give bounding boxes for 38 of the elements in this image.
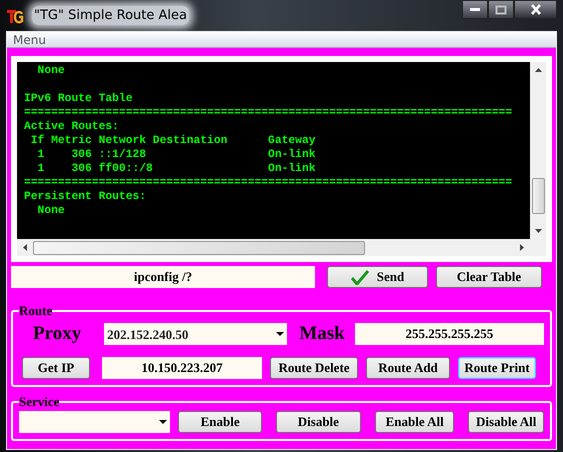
- route-button[interactable]: Route Add: [366, 356, 450, 378]
- horizontal-scrollbar[interactable]: [17, 239, 546, 256]
- clear-table-button[interactable]: Clear Table: [436, 266, 542, 288]
- service-group-label: Service: [19, 394, 60, 408]
- route-button[interactable]: Route Delete: [270, 356, 358, 378]
- get-ip-button[interactable]: Get IP: [22, 356, 90, 378]
- service-button[interactable]: Disable All: [468, 410, 544, 432]
- maximize-icon: [495, 4, 507, 14]
- window-title: "TG" Simple Route Alea: [32, 6, 189, 26]
- down-arrow-icon: [534, 229, 542, 233]
- service-button[interactable]: Enable: [178, 410, 262, 432]
- console-output: None IPv6 Route Table ======================================================================== Active Routes: If Metric Network Destination Gateway 1 306 ::1/128 On-link 1 306 ff00::/8 On-link ======================================================================== Persistent Routes: None: [17, 62, 530, 239]
- menu-item[interactable]: Menu: [13, 32, 46, 47]
- close-button[interactable]: [514, 0, 557, 19]
- scrollbar-thumb[interactable]: [33, 240, 365, 254]
- send-button[interactable]: Send: [327, 266, 428, 288]
- service-button[interactable]: Enable All: [374, 410, 454, 432]
- app-logo-icon: [6, 8, 24, 24]
- proxy-dropdown[interactable]: 202.152.240.50: [104, 323, 288, 346]
- service-button[interactable]: Disable: [276, 410, 361, 432]
- right-arrow-icon: [520, 244, 524, 251]
- left-arrow-icon: [23, 244, 27, 251]
- command-input[interactable]: ipconfig /?: [11, 266, 315, 288]
- vertical-scrollbar[interactable]: [530, 62, 546, 239]
- scrollbar-thumb[interactable]: [532, 178, 544, 214]
- proxy-label: Proxy: [32, 322, 82, 346]
- maximize-button[interactable]: [488, 0, 514, 19]
- service-dropdown[interactable]: [19, 410, 170, 432]
- checkmark-icon: [350, 270, 369, 284]
- route-group-label: Route: [19, 304, 52, 318]
- minimize-icon: [469, 7, 481, 12]
- up-arrow-icon: [534, 68, 542, 72]
- route-button[interactable]: Route Print: [458, 356, 536, 378]
- minimize-button[interactable]: [462, 0, 488, 19]
- mask-input[interactable]: 255.255.255.255: [354, 323, 544, 346]
- mask-label: Mask: [299, 322, 345, 346]
- ip-address-field[interactable]: 10.150.223.207: [102, 356, 262, 378]
- close-icon: [530, 4, 542, 15]
